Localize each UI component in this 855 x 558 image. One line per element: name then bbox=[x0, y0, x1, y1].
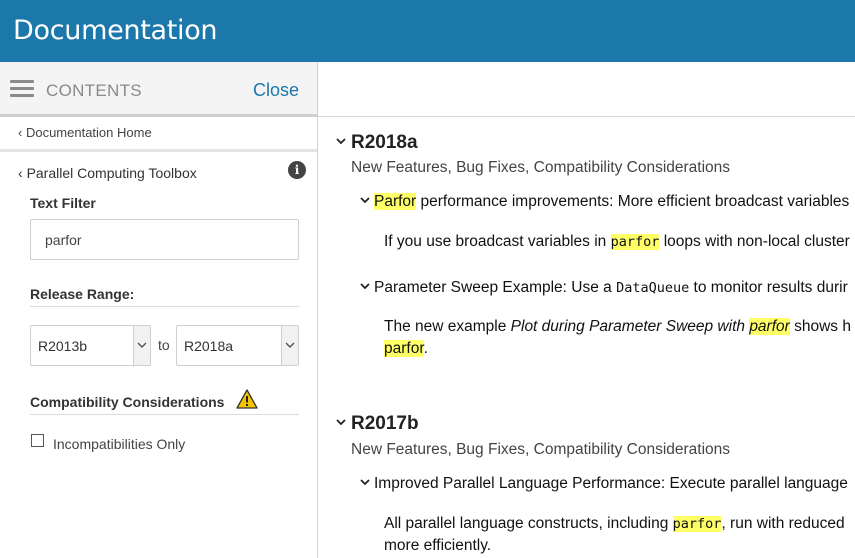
hamburger-menu-icon[interactable] bbox=[10, 80, 34, 98]
info-icon[interactable]: i bbox=[288, 161, 306, 179]
description-text: The new example bbox=[384, 318, 511, 335]
range-to-label: to bbox=[158, 337, 170, 353]
example-link-text: Plot during Parameter Sweep with bbox=[510, 318, 750, 335]
contents-label: CONTENTS bbox=[46, 81, 142, 100]
feature-description: If you use broadcast variables in parfor… bbox=[384, 233, 850, 251]
release-heading[interactable]: R2018a bbox=[351, 132, 418, 154]
search-highlight: parfor bbox=[672, 516, 722, 532]
chevron-left-icon: ‹ bbox=[18, 165, 27, 181]
release-to-value: R2018a bbox=[184, 338, 234, 354]
toolbox-label: Parallel Computing Toolbox bbox=[26, 165, 197, 181]
page-title: Documentation bbox=[13, 15, 218, 46]
section-divider bbox=[30, 414, 299, 415]
feature-heading[interactable]: Parameter Sweep Example: Use a DataQueue… bbox=[374, 279, 848, 297]
close-button[interactable]: Close bbox=[253, 80, 299, 101]
chevron-down-icon[interactable] bbox=[360, 479, 370, 486]
description-text: All parallel language constructs, includ… bbox=[384, 515, 673, 532]
release-from-select[interactable]: R2013b bbox=[30, 325, 151, 366]
chevron-down-icon[interactable] bbox=[360, 283, 370, 290]
contents-sidebar: CONTENTS Close ‹ Documentation Home ‹ Pa… bbox=[0, 62, 318, 558]
feature-heading-text: performance improvements: More efficient… bbox=[416, 193, 850, 210]
feature-description-line2: parfor. bbox=[384, 340, 428, 358]
release-notes-content: R2018a New Features, Bug Fixes, Compatib… bbox=[318, 62, 855, 558]
chevron-down-icon[interactable] bbox=[281, 326, 298, 365]
top-header-bar: Documentation bbox=[0, 0, 855, 62]
warning-icon bbox=[236, 389, 258, 409]
release-subtitle: New Features, Bug Fixes, Compatibility C… bbox=[351, 441, 731, 458]
chevron-down-icon[interactable] bbox=[360, 197, 370, 204]
release-from-value: R2013b bbox=[38, 338, 88, 354]
description-text: If you use broadcast variables in bbox=[384, 233, 611, 250]
feature-description-line2: more efficiently. bbox=[384, 537, 492, 554]
feature-heading[interactable]: Improved Parallel Language Performance: … bbox=[374, 475, 848, 493]
release-heading[interactable]: R2017b bbox=[351, 413, 419, 435]
release-subtitle: New Features, Bug Fixes, Compatibility C… bbox=[351, 159, 731, 176]
example-link[interactable]: Plot during Parameter Sweep with parfor bbox=[511, 318, 790, 335]
contents-bar: CONTENTS Close bbox=[0, 62, 317, 117]
documentation-home-link[interactable]: ‹ Documentation Home bbox=[18, 125, 152, 140]
chevron-down-icon[interactable] bbox=[336, 419, 346, 426]
feature-heading-text: to monitor results durir bbox=[689, 279, 848, 296]
incompatibilities-only-checkbox[interactable] bbox=[31, 434, 44, 447]
sidebar-divider bbox=[0, 149, 317, 152]
documentation-home-label: Documentation Home bbox=[25, 125, 152, 140]
compatibility-label: Compatibility Considerations bbox=[30, 394, 225, 410]
section-divider bbox=[30, 306, 299, 307]
release-to-select[interactable]: R2018a bbox=[176, 325, 299, 366]
description-text: shows h bbox=[789, 318, 851, 335]
feature-description: All parallel language constructs, includ… bbox=[384, 515, 845, 533]
description-text: . bbox=[423, 340, 428, 357]
content-toolbar bbox=[318, 62, 855, 117]
search-highlight: parfor bbox=[384, 340, 424, 357]
chevron-down-icon[interactable] bbox=[133, 326, 150, 365]
search-highlight: parfor bbox=[610, 234, 660, 250]
release-range-label: Release Range: bbox=[30, 286, 135, 302]
toolbox-link[interactable]: ‹ Parallel Computing Toolbox bbox=[18, 165, 197, 181]
chevron-down-icon[interactable] bbox=[336, 138, 346, 145]
incompatibilities-only-label[interactable]: Incompatibilities Only bbox=[53, 436, 185, 452]
feature-description: The new example Plot during Parameter Sw… bbox=[384, 318, 851, 336]
text-filter-label: Text Filter bbox=[30, 195, 96, 211]
feature-heading-text: Parameter Sweep Example: Use a bbox=[374, 279, 617, 296]
description-text: loops with non-local cluster bbox=[659, 233, 850, 250]
search-highlight: Parfor bbox=[374, 193, 417, 210]
chevron-left-icon: ‹ bbox=[18, 125, 26, 140]
description-text: , run with reduced bbox=[721, 515, 845, 532]
text-filter-input[interactable] bbox=[30, 219, 299, 260]
code-text: DataQueue bbox=[616, 280, 690, 296]
search-highlight: parfor bbox=[749, 318, 790, 335]
feature-heading[interactable]: Parfor performance improvements: More ef… bbox=[374, 193, 849, 211]
